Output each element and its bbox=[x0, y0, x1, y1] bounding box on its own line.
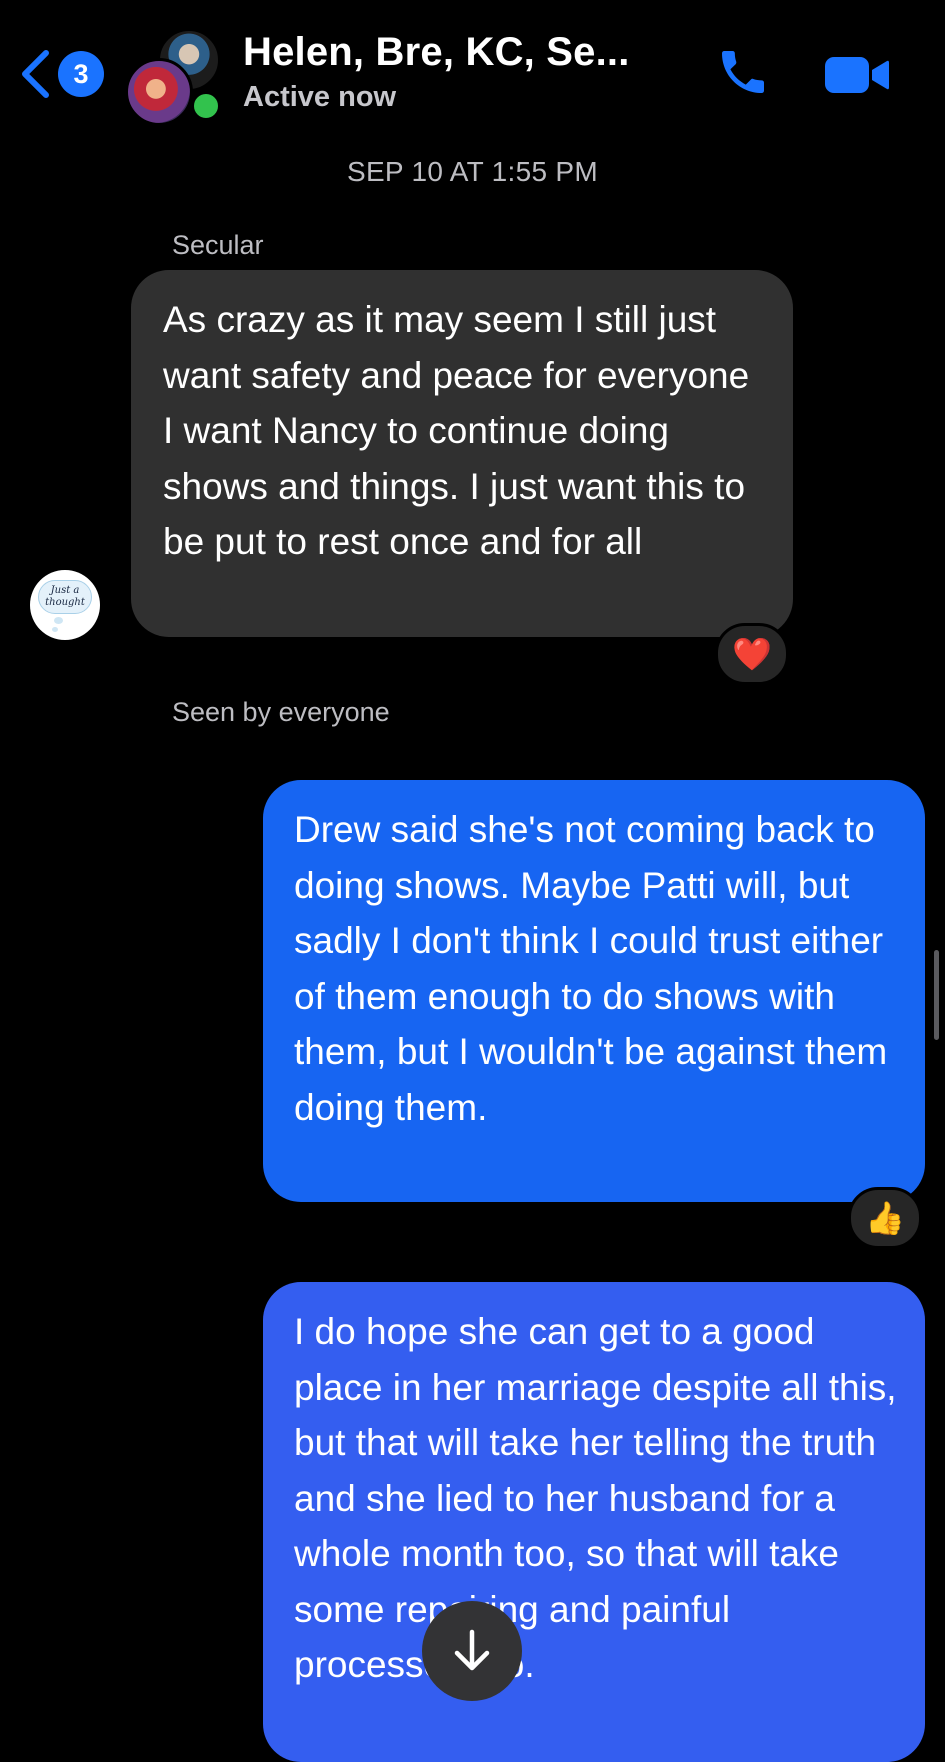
outgoing-message-bubble[interactable]: Drew said she's not coming back to doing… bbox=[263, 780, 925, 1202]
video-camera-icon bbox=[825, 57, 889, 93]
thought-bubble-dot bbox=[52, 627, 58, 632]
chevron-left-icon bbox=[22, 50, 49, 98]
incoming-message-bubble[interactable]: As crazy as it may seem I still just wan… bbox=[131, 270, 793, 637]
message-timestamp: SEP 10 AT 1:55 PM bbox=[346, 156, 599, 187]
seen-receipt: Seen by everyone bbox=[172, 697, 390, 727]
thought-bubble-dot bbox=[54, 617, 63, 624]
scroll-to-bottom-button[interactable] bbox=[422, 1601, 522, 1701]
heart-reaction[interactable]: ❤️ bbox=[715, 623, 789, 685]
thumbs-up-reaction[interactable]: 👍 bbox=[848, 1187, 922, 1249]
active-status: Active now bbox=[243, 81, 397, 113]
thought-cloud-logo: Just a thought bbox=[38, 580, 92, 614]
unread-count-badge: 3 bbox=[58, 51, 104, 97]
conversation-title[interactable]: Helen, Bre, KC, Se... bbox=[243, 30, 630, 75]
phone-icon bbox=[722, 51, 764, 93]
arrow-down-icon bbox=[454, 1629, 490, 1671]
outgoing-message-bubble[interactable]: I do hope she can get to a good place in… bbox=[263, 1282, 925, 1762]
scrollbar[interactable] bbox=[934, 950, 939, 1040]
back-button[interactable]: 3 bbox=[18, 46, 108, 102]
sender-name: Secular bbox=[172, 230, 264, 260]
avatar-member-2 bbox=[125, 58, 193, 126]
online-status-dot bbox=[190, 90, 222, 122]
call-button[interactable] bbox=[715, 44, 771, 100]
sender-avatar[interactable]: Just a thought bbox=[30, 570, 100, 640]
video-call-button[interactable] bbox=[824, 52, 890, 98]
group-avatar[interactable] bbox=[125, 28, 225, 126]
